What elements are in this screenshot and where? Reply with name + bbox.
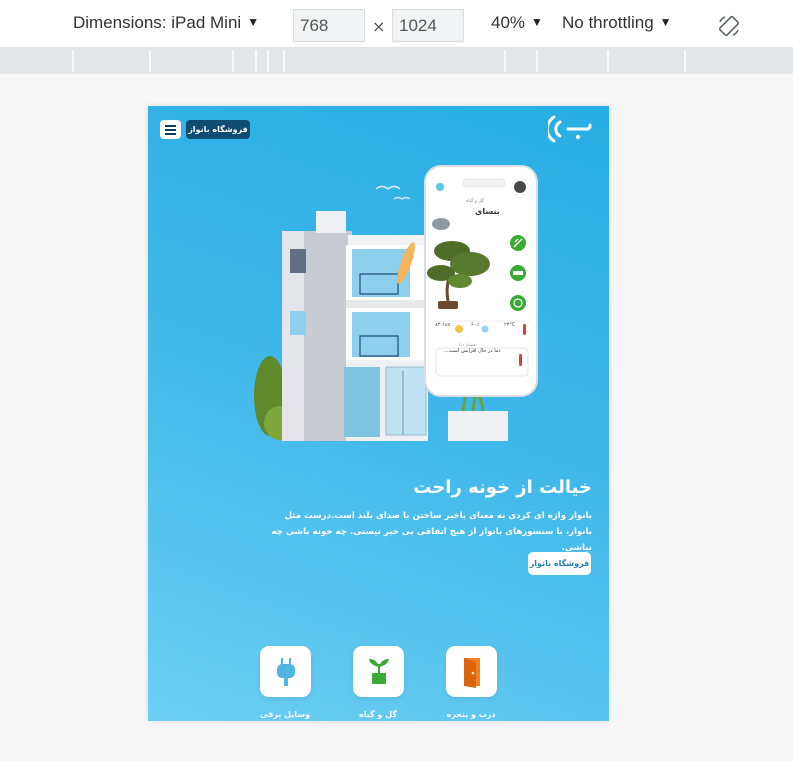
- plant-icon: [369, 659, 389, 684]
- phone-temp: ۲۳°C: [504, 322, 516, 328]
- throttle-label: No throttling: [562, 13, 654, 32]
- door-icon: [464, 658, 480, 688]
- zoom-select[interactable]: 40% ▼: [491, 13, 543, 33]
- zoom-label: 40%: [491, 13, 526, 32]
- phone-alert-title: هشدار دما: [459, 342, 476, 347]
- phone-category: گل و گیاه: [466, 199, 484, 204]
- device-select[interactable]: Dimensions: iPad Mini ▼: [73, 13, 259, 33]
- dimension-separator: ×: [372, 17, 386, 36]
- phone-alert-text: دما در حال افزایش است...: [444, 348, 501, 354]
- hero-title: خیالت از خونه راحت: [413, 477, 592, 498]
- rotate-device-icon[interactable]: [717, 14, 741, 38]
- category-label: گل و گیاه: [359, 710, 397, 719]
- hero-illustration: [254, 165, 538, 441]
- store-cta-button[interactable]: فروشگاه بانواز: [528, 552, 591, 575]
- category-door-window[interactable]: [446, 646, 497, 697]
- phone-light: ۸۳۰lux: [435, 322, 451, 328]
- banavaz-logo-icon[interactable]: [548, 111, 594, 147]
- height-input[interactable]: 1024: [392, 9, 464, 42]
- category-label: وسایل برقی: [259, 710, 311, 719]
- width-input[interactable]: 768: [293, 9, 365, 42]
- category-appliances[interactable]: [260, 646, 311, 697]
- category-plants[interactable]: [353, 646, 404, 697]
- device-viewport: فروشگاه بانواز گل و گیاه بنسای ۸۳۰lux ۶۰…: [148, 106, 609, 721]
- device-label: Dimensions: iPad Mini: [73, 13, 242, 32]
- chevron-down-icon: ▼: [659, 15, 672, 29]
- phone-humidity: ۶۰٪: [471, 322, 480, 328]
- hero-paragraph: بانواز واژه ای کردی به معنای باخبر ساختن…: [271, 511, 592, 553]
- phone-plant-name: بنسای: [475, 207, 500, 216]
- store-button[interactable]: فروشگاه بانواز: [186, 120, 250, 139]
- throttle-select[interactable]: No throttling ▼: [562, 13, 672, 33]
- hamburger-menu-icon[interactable]: [160, 120, 181, 139]
- devtools-toolbar: Dimensions: iPad Mini ▼ 768 × 1024 40% ▼ N…: [0, 0, 793, 48]
- chevron-down-icon: ▼: [531, 15, 543, 29]
- category-label: درب و پنجره: [446, 710, 496, 719]
- plug-icon: [277, 658, 295, 686]
- media-query-ruler[interactable]: [0, 48, 793, 74]
- chevron-down-icon: ▼: [247, 15, 260, 29]
